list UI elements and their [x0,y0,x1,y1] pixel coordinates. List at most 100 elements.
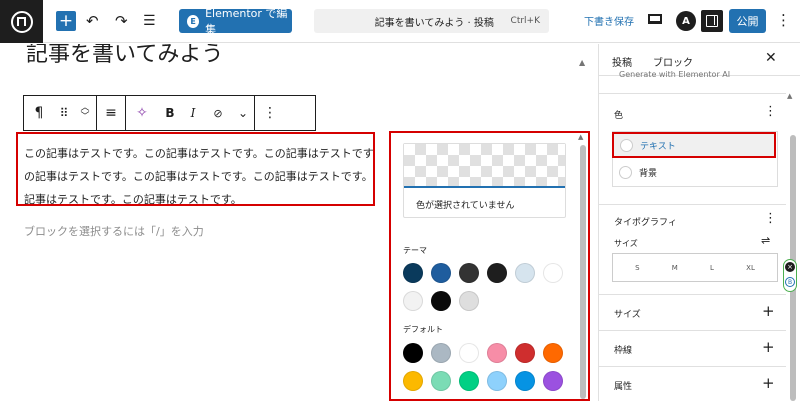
dimensions-panel[interactable]: サイズ + [599,294,786,329]
custom-size-icon[interactable]: ⇌ [761,234,770,247]
astra-settings-icon[interactable]: A [676,11,696,31]
theme-color-swatch[interactable] [431,263,451,283]
block-placeholder[interactable]: ブロックを選択するには「/」を入力 [24,223,204,239]
color-indicator-icon [619,166,632,179]
ai-sparkle-icon[interactable]: ✧ [126,96,158,130]
tab-block[interactable]: ブロック [653,54,693,69]
post-title[interactable]: 記事を書いてみよう [26,44,223,68]
popover-scrollbar[interactable] [580,145,586,399]
typography-options-icon[interactable]: ⋮ [764,211,777,226]
floating-widget: × B [783,259,797,292]
close-icon[interactable]: ✕ [765,50,777,66]
font-size-picker: S M L XL [612,253,778,282]
align-icon[interactable]: ≡ [97,96,125,130]
paragraph-block[interactable]: この記事はテストです。この記事はテストです。この記事はテストです。この記事はテス… [16,132,375,206]
color-panel-heading: 色 [614,111,624,121]
default-color-swatch[interactable] [487,343,507,363]
italic-button[interactable]: I [182,96,204,130]
undo-icon[interactable]: ↶ [86,10,99,32]
color-options-icon[interactable]: ⋮ [764,104,777,119]
default-color-swatch[interactable] [431,343,451,363]
document-title: 記事を書いてみよう · 投稿 [374,17,494,29]
drag-handle-icon[interactable]: ⠿ [54,96,74,130]
color-option-text[interactable]: テキスト [612,132,776,158]
theme-color-swatch[interactable] [487,263,507,283]
default-color-swatch[interactable] [403,343,423,363]
typography-heading: タイポグラフィ [614,218,677,228]
plus-icon[interactable]: + [762,338,775,356]
save-draft-button[interactable]: 下書き保存 [584,13,634,28]
default-color-swatch[interactable] [543,343,563,363]
add-block-button[interactable]: + [56,11,76,31]
default-color-swatch[interactable] [431,371,451,391]
block-options-icon[interactable]: ⋮ [255,96,285,130]
theme-color-swatch[interactable] [403,291,423,311]
wordpress-logo-icon[interactable] [0,0,43,43]
tab-post[interactable]: 投稿 [612,54,632,69]
preview-icon[interactable] [648,14,662,24]
paragraph-text[interactable]: この記事はテストです。この記事はテストです。この記事はテストです。この記事はテス… [24,142,373,204]
size-option[interactable]: S [635,264,639,272]
block-toolbar: ¶ ⠿ ︿ ﹀ ≡ ✧ B I ⊘ ⌄ ⋮ [23,95,316,131]
border-heading: 枠線 [614,346,633,356]
theme-color-swatch[interactable] [515,263,535,283]
color-option-background[interactable]: 背景 [619,166,657,179]
default-color-swatch[interactable] [403,371,423,391]
theme-color-swatch[interactable] [459,263,479,283]
elementor-button-label: Elementor で編集 [205,7,288,36]
settings-panel-icon[interactable] [701,10,723,32]
plus-icon[interactable]: + [762,302,775,320]
settings-sidebar: 投稿 ブロック ✕ Generate with Elementor AI 色 ⋮… [598,44,800,401]
publish-button[interactable]: 公開 [729,9,766,33]
no-color-label: 色が選択されていません [416,201,515,211]
size-option[interactable]: M [672,264,678,272]
scroll-up-icon[interactable]: ▲ [578,133,583,141]
theme-swatch-row [403,291,479,311]
bold-button[interactable]: B [158,96,182,130]
link-icon[interactable]: ⊘ [204,96,232,130]
color-indicator-icon [620,139,633,152]
theme-color-swatch[interactable] [543,263,563,283]
attributes-panel[interactable]: 属性 + [599,366,786,401]
default-color-swatch[interactable] [515,343,535,363]
attributes-heading: 属性 [614,382,633,392]
move-block-icon[interactable]: ︿ ﹀ [74,96,96,130]
default-color-swatch[interactable] [459,343,479,363]
size-option[interactable]: L [710,264,714,272]
transparent-preview [404,144,565,188]
elementor-logo-icon: E [187,14,200,28]
more-vertical-icon[interactable]: ⋮ [776,11,791,29]
editor-top-bar: + ↶ ↷ ☰ E Elementor で編集 記事を書いてみよう · 投稿 C… [0,0,800,43]
scroll-up-icon[interactable]: ▲ [787,92,792,100]
theme-color-swatch[interactable] [431,291,451,311]
scroll-up-icon[interactable]: ▲ [579,58,585,67]
plus-icon: + [58,10,74,31]
theme-color-swatch[interactable] [459,291,479,311]
color-preview[interactable]: 色が選択されていません [403,143,566,218]
default-color-swatch[interactable] [543,371,563,391]
default-swatch-row [403,371,563,391]
paragraph-icon[interactable]: ¶ [24,96,54,130]
command-shortcut: Ctrl+K [510,16,540,26]
default-swatch-row [403,343,563,363]
plus-icon[interactable]: + [762,374,775,392]
border-panel[interactable]: 枠線 + [599,330,786,365]
default-color-swatch[interactable] [515,371,535,391]
color-option-text-inner: テキスト [620,139,676,152]
widget-badge-icon[interactable]: B [785,277,795,287]
document-overview-icon[interactable]: ☰ [143,10,156,32]
close-icon[interactable]: × [785,262,795,272]
font-size-label: サイズ [614,239,638,248]
default-color-swatch[interactable] [487,371,507,391]
typography-panel: タイポグラフィ ⋮ [599,204,786,296]
theme-color-swatch[interactable] [403,263,423,283]
edit-with-elementor-button[interactable]: E Elementor で編集 [179,7,292,36]
dimensions-heading: サイズ [614,310,641,320]
default-color-swatch[interactable] [459,371,479,391]
elementor-ai-link[interactable]: Generate with Elementor AI [619,70,730,79]
color-picker-popover: 色が選択されていません テーマ デフォルト ▲ [389,131,590,401]
command-palette-bar[interactable]: 記事を書いてみよう · 投稿 Ctrl+K [314,9,549,33]
chevron-down-icon[interactable]: ⌄ [232,96,254,130]
size-option[interactable]: XL [746,264,755,272]
redo-icon[interactable]: ↷ [115,10,128,32]
